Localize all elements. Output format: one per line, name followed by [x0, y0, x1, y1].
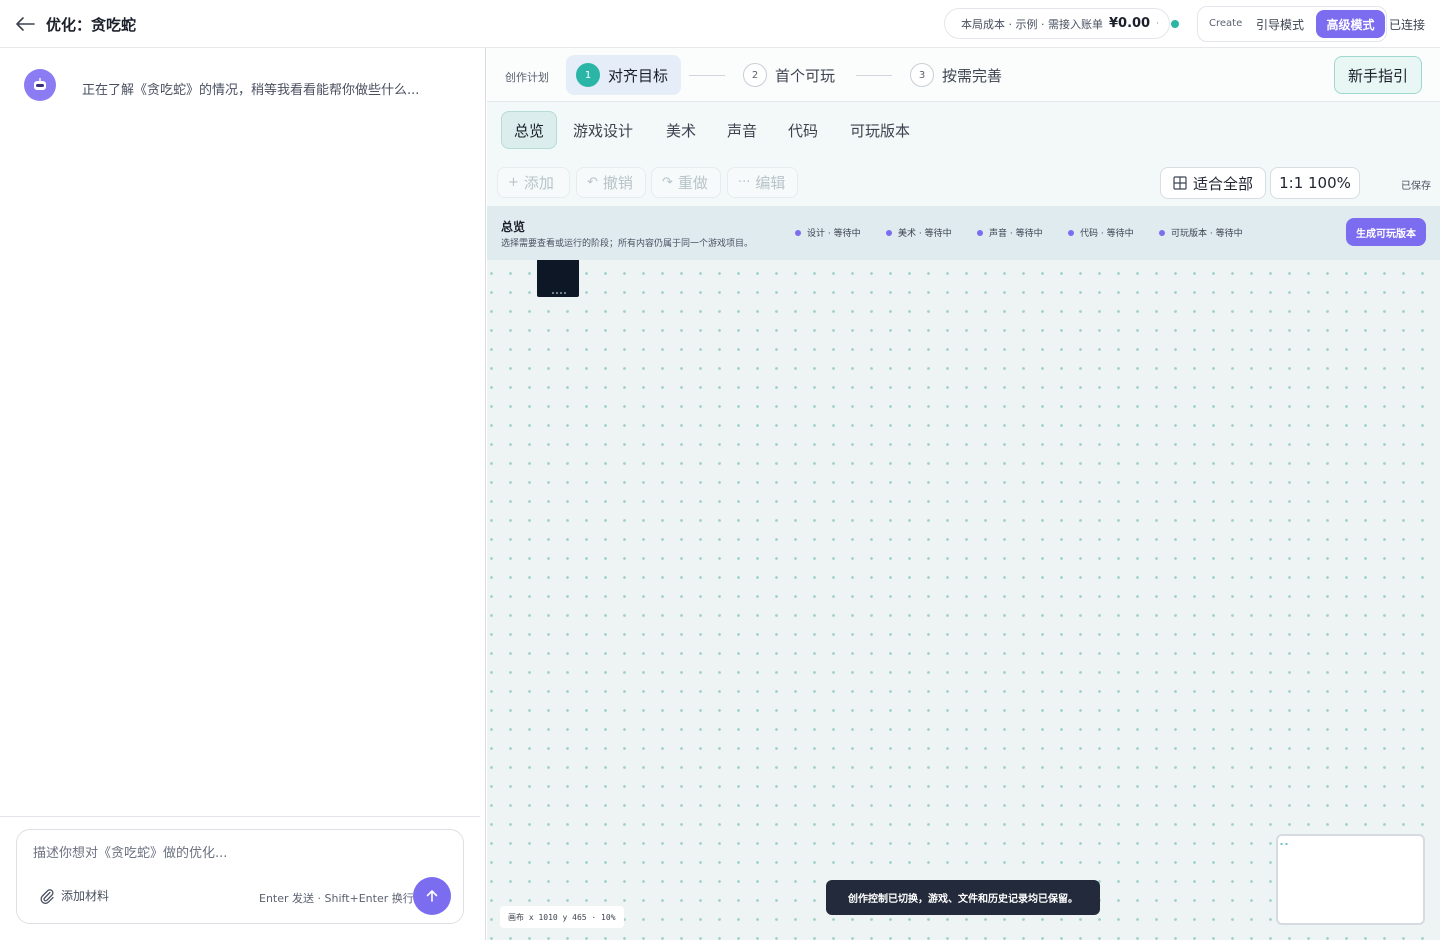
undo-button[interactable]: ↶ 撤销 [576, 167, 646, 198]
overview-title: 总览 [501, 220, 526, 234]
status-dot [886, 229, 892, 236]
stage-status-playable: 可玩版本 · 等待中 [1159, 226, 1243, 239]
toast-notification: 创作控制已切换，游戏、文件和历史记录均已保留。 [826, 880, 1100, 915]
stage-tabs: 总览 游戏设计 美术 声音 代码 可玩版本 [487, 103, 1440, 157]
zoom-level-button[interactable]: 1:1 100% [1270, 167, 1360, 199]
undo-icon: ↶ [587, 175, 598, 190]
beginner-guide-button[interactable]: 新手指引 [1334, 56, 1422, 94]
composer-divider [0, 816, 480, 817]
caret-icon: · [1156, 18, 1159, 29]
send-button[interactable] [413, 877, 451, 915]
overview-header: 总览 选择需要查看或运行的阶段；所有内容仍属于同一个游戏项目。 设计 · 等待中… [487, 206, 1440, 260]
minimap-marker [1279, 842, 1289, 846]
tab-overview[interactable]: 总览 [501, 111, 557, 149]
status-dot [1159, 229, 1165, 236]
game-preview-node[interactable] [537, 260, 579, 297]
mode-guide-button[interactable]: 引导模式 [1256, 16, 1304, 33]
stage-status-art: 美术 · 等待中 [886, 226, 952, 239]
mode-advanced-button[interactable]: 高级模式 [1316, 10, 1385, 38]
stage-status-label: 美术 · 等待中 [898, 229, 952, 239]
step-number: 2 [743, 63, 767, 87]
connection-label: 已连接 [1389, 18, 1426, 32]
status-dot [1068, 229, 1074, 236]
plan-step-3[interactable]: 3 按需完善 [910, 55, 1002, 95]
plan-step-2[interactable]: 2 首个可玩 [743, 55, 835, 95]
redo-icon: ↷ [662, 175, 673, 190]
fit-all-label: 适合全部 [1192, 174, 1253, 193]
plan-stepper: 创作计划 1 对齐目标 2 首个可玩 3 按需完善 新手指引 [487, 48, 1440, 102]
saved-status: 已保存 [1401, 181, 1431, 192]
minimap[interactable] [1276, 834, 1425, 925]
loading-dots-icon [551, 292, 567, 294]
status-dot [977, 229, 983, 236]
canvas[interactable]: 画布 x 1010 y 465 · 10% 创作控制已切换，游戏、文件和历史记录… [487, 260, 1440, 940]
tab-code[interactable]: 代码 [788, 111, 818, 149]
cost-selector[interactable]: 本局成本 · 示例 · 需接入账单 ¥0.00 · [944, 8, 1170, 39]
stage-status-code: 代码 · 等待中 [1068, 226, 1134, 239]
plan-step-1[interactable]: 1 对齐目标 [566, 55, 681, 95]
top-bar: 优化：贪吃蛇 本局成本 · 示例 · 需接入账单 ¥0.00 · Create … [0, 0, 1440, 48]
add-button[interactable]: + 添加 [497, 167, 570, 198]
step-number: 3 [910, 63, 934, 87]
send-hint: Enter 发送 · Shift+Enter 换行 [259, 892, 414, 905]
arrow-up-icon [426, 890, 438, 902]
cost-label: 本局成本 · 示例 · 需接入账单 [961, 17, 1103, 31]
stage-status-label: 设计 · 等待中 [807, 229, 861, 239]
stage-status-label: 声音 · 等待中 [989, 229, 1043, 239]
redo-label: 重做 [677, 174, 708, 192]
stage-status-label: 可玩版本 · 等待中 [1171, 229, 1243, 239]
generate-playable-button[interactable]: 生成可玩版本 [1346, 218, 1426, 246]
message-input[interactable] [33, 846, 443, 861]
attach-material-button[interactable]: 添加材料 [39, 887, 109, 904]
assistant-message: 正在了解《贪吃蛇》的情况，稍等我看看能帮你做些什么... [82, 83, 420, 98]
step-label: 首个可玩 [775, 66, 836, 85]
step-connector [689, 75, 725, 76]
redo-button[interactable]: ↷ 重做 [651, 167, 721, 198]
plus-icon: + [508, 175, 519, 190]
cost-amount: ¥0.00 [1108, 16, 1151, 31]
status-dot [795, 229, 801, 236]
arrow-left-icon[interactable] [14, 14, 36, 34]
chat-pane: 正在了解《贪吃蛇》的情况，稍等我看看能帮你做些什么... 添加材料 Enter … [0, 48, 486, 940]
tab-art[interactable]: 美术 [666, 111, 696, 149]
tab-sound[interactable]: 声音 [727, 111, 757, 149]
stage-status-label: 代码 · 等待中 [1080, 229, 1134, 239]
assistant-avatar [24, 69, 56, 101]
step-label: 按需完善 [942, 66, 1003, 85]
tab-game-design[interactable]: 游戏设计 [573, 111, 633, 149]
mode-create-button[interactable]: Create [1209, 18, 1242, 29]
edit-label: 编辑 [755, 174, 786, 192]
fit-all-button[interactable]: 适合全部 [1160, 167, 1266, 199]
step-number: 1 [576, 63, 600, 87]
overview-description: 选择需要查看或运行的阶段；所有内容仍属于同一个游戏项目。 [501, 239, 754, 249]
stage-status-sound: 声音 · 等待中 [977, 226, 1043, 239]
paperclip-icon [40, 888, 54, 904]
connection-status-dot [1171, 20, 1179, 28]
page-title: 优化：贪吃蛇 [46, 16, 137, 34]
step-label: 对齐目标 [608, 66, 669, 85]
canvas-toolbar: + 添加 ↶ 撤销 ↷ 重做 ··· 编辑 适合全部 1:1 100% 已保存 [487, 160, 1440, 206]
robot-icon [34, 78, 46, 90]
canvas-coordinates: 画布 x 1010 y 465 · 10% [500, 906, 624, 928]
attach-material-label: 添加材料 [61, 889, 110, 903]
undo-label: 撤销 [602, 174, 633, 192]
add-label: 添加 [523, 174, 554, 192]
more-icon: ··· [738, 175, 751, 190]
mode-switcher: Create 引导模式 高级模式 [1197, 6, 1387, 42]
composer: 添加材料 Enter 发送 · Shift+Enter 换行 [16, 829, 464, 924]
stage-status-design: 设计 · 等待中 [795, 226, 861, 239]
plan-label: 创作计划 [505, 71, 549, 84]
tab-playable[interactable]: 可玩版本 [850, 111, 910, 149]
grid-icon [1173, 176, 1187, 190]
workspace: 创作计划 1 对齐目标 2 首个可玩 3 按需完善 新手指引 总览 游戏设计 美… [487, 48, 1440, 940]
edit-button[interactable]: ··· 编辑 [727, 167, 798, 198]
step-connector [856, 75, 892, 76]
